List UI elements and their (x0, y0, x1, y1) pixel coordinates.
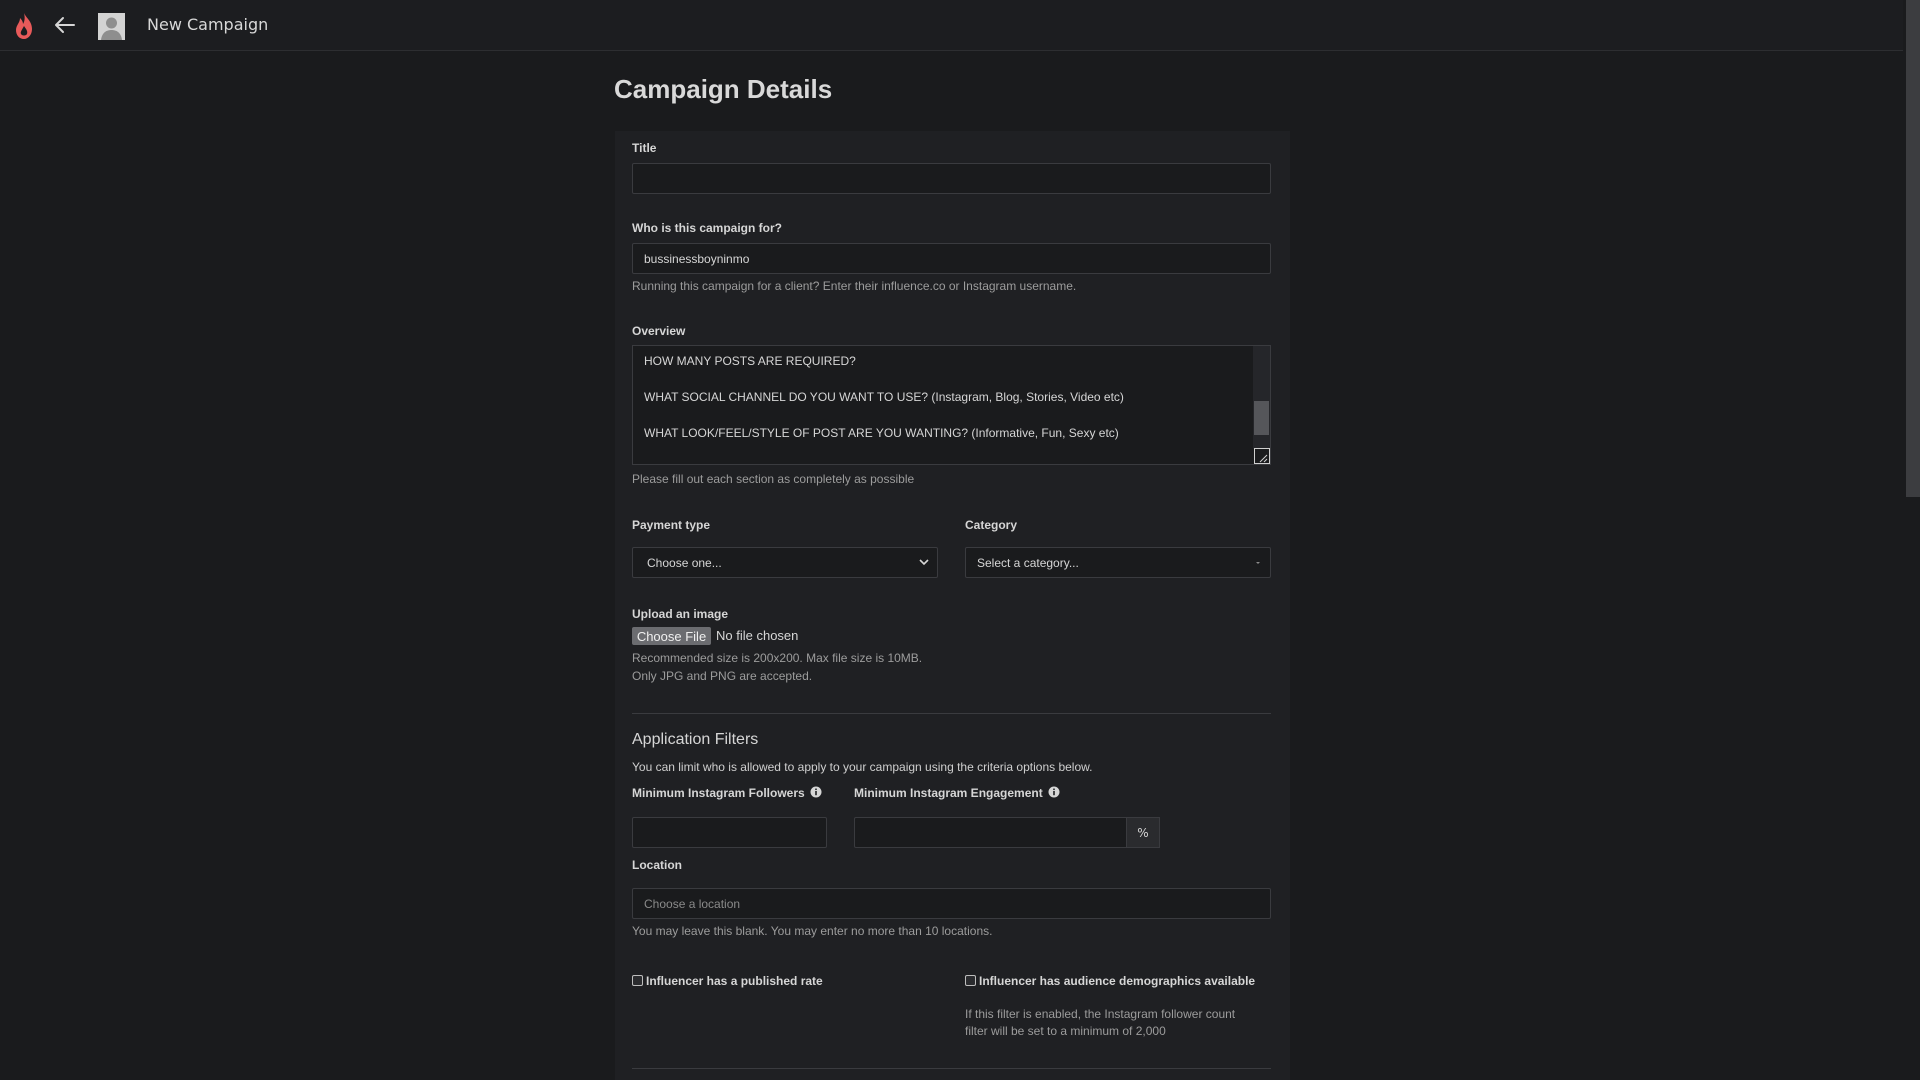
page-scrollbar[interactable] (1903, 0, 1920, 1080)
demographics-help-1: If this filter is enabled, the Instagram… (965, 1007, 1236, 1021)
min-engagement-label-text: Minimum Instagram Engagement (854, 786, 1043, 800)
payment-type-value: Choose one... (647, 555, 722, 570)
avatar[interactable] (98, 13, 125, 40)
min-engagement-label: Minimum Instagram Engagement (854, 786, 1060, 800)
choose-file-button[interactable]: Choose File (632, 627, 711, 645)
divider (632, 1068, 1271, 1069)
payment-type-label: Payment type (632, 518, 711, 532)
resize-handle-icon[interactable] (1254, 448, 1270, 464)
back-arrow-icon[interactable] (52, 12, 78, 38)
location-help: You may leave this blank. You may enter … (632, 924, 993, 938)
user-silhouette-icon (98, 13, 125, 40)
filters-description: You can limit who is allowed to apply to… (632, 760, 1093, 774)
top-bar: New Campaign (0, 0, 1903, 51)
page-scrollbar-thumb[interactable] (1906, 0, 1920, 497)
overview-line: HOW MANY POSTS ARE REQUIRED? (644, 354, 856, 368)
application-filters-title: Application Filters (632, 731, 759, 748)
published-rate-label[interactable]: Influencer has a published rate (646, 974, 823, 988)
demographics-help-2: filter will be set to a minimum of 2,000 (965, 1024, 1166, 1038)
min-followers-input[interactable] (632, 817, 827, 848)
client-help: Running this campaign for a client? Ente… (632, 279, 1077, 293)
file-status: No file chosen (716, 628, 799, 643)
category-select[interactable]: Select a category... (965, 547, 1271, 578)
min-engagement-input[interactable] (854, 817, 1127, 848)
location-label: Location (632, 858, 682, 872)
overview-line: WHAT LOOK/FEEL/STYLE OF POST ARE YOU WAN… (644, 426, 1119, 440)
upload-help-format: Only JPG and PNG are accepted. (632, 669, 813, 683)
caret-down-icon (1256, 562, 1260, 564)
info-icon[interactable] (1048, 786, 1060, 798)
overview-scrollbar-thumb[interactable] (1254, 401, 1269, 435)
demographics-checkbox[interactable] (965, 975, 976, 986)
title-label: Title (632, 141, 657, 155)
overview-line: WHAT SOCIAL CHANNEL DO YOU WANT TO USE? … (644, 390, 1124, 404)
demographics-label[interactable]: Influencer has audience demographics ava… (979, 974, 1255, 988)
payment-type-select[interactable]: Choose one... (632, 547, 938, 578)
client-label: Who is this campaign for? (632, 221, 783, 235)
upload-help-size: Recommended size is 200x200. Max file si… (632, 651, 923, 665)
overview-textarea[interactable]: HOW MANY POSTS ARE REQUIRED? WHAT SOCIAL… (632, 345, 1271, 465)
min-followers-label-text: Minimum Instagram Followers (632, 786, 805, 800)
title-input[interactable] (632, 163, 1271, 194)
divider (632, 713, 1271, 714)
info-icon[interactable] (810, 786, 822, 798)
category-label: Category (965, 518, 1018, 532)
overview-label: Overview (632, 324, 686, 338)
overview-scrollbar[interactable] (1253, 346, 1270, 449)
page-title: Campaign Details (614, 74, 833, 104)
published-rate-checkbox[interactable] (632, 975, 643, 986)
client-input[interactable]: bussinessboyninmo (632, 243, 1271, 274)
overview-help: Please fill out each section as complete… (632, 472, 915, 486)
location-input[interactable]: Choose a location (632, 888, 1271, 919)
header-title: New Campaign (147, 15, 269, 34)
category-value: Select a category... (977, 555, 1079, 570)
min-followers-label: Minimum Instagram Followers (632, 786, 822, 800)
percent-addon: % (1127, 817, 1160, 848)
chevron-down-icon (919, 559, 929, 566)
flame-logo-icon[interactable] (12, 12, 36, 40)
upload-label: Upload an image (632, 607, 729, 621)
